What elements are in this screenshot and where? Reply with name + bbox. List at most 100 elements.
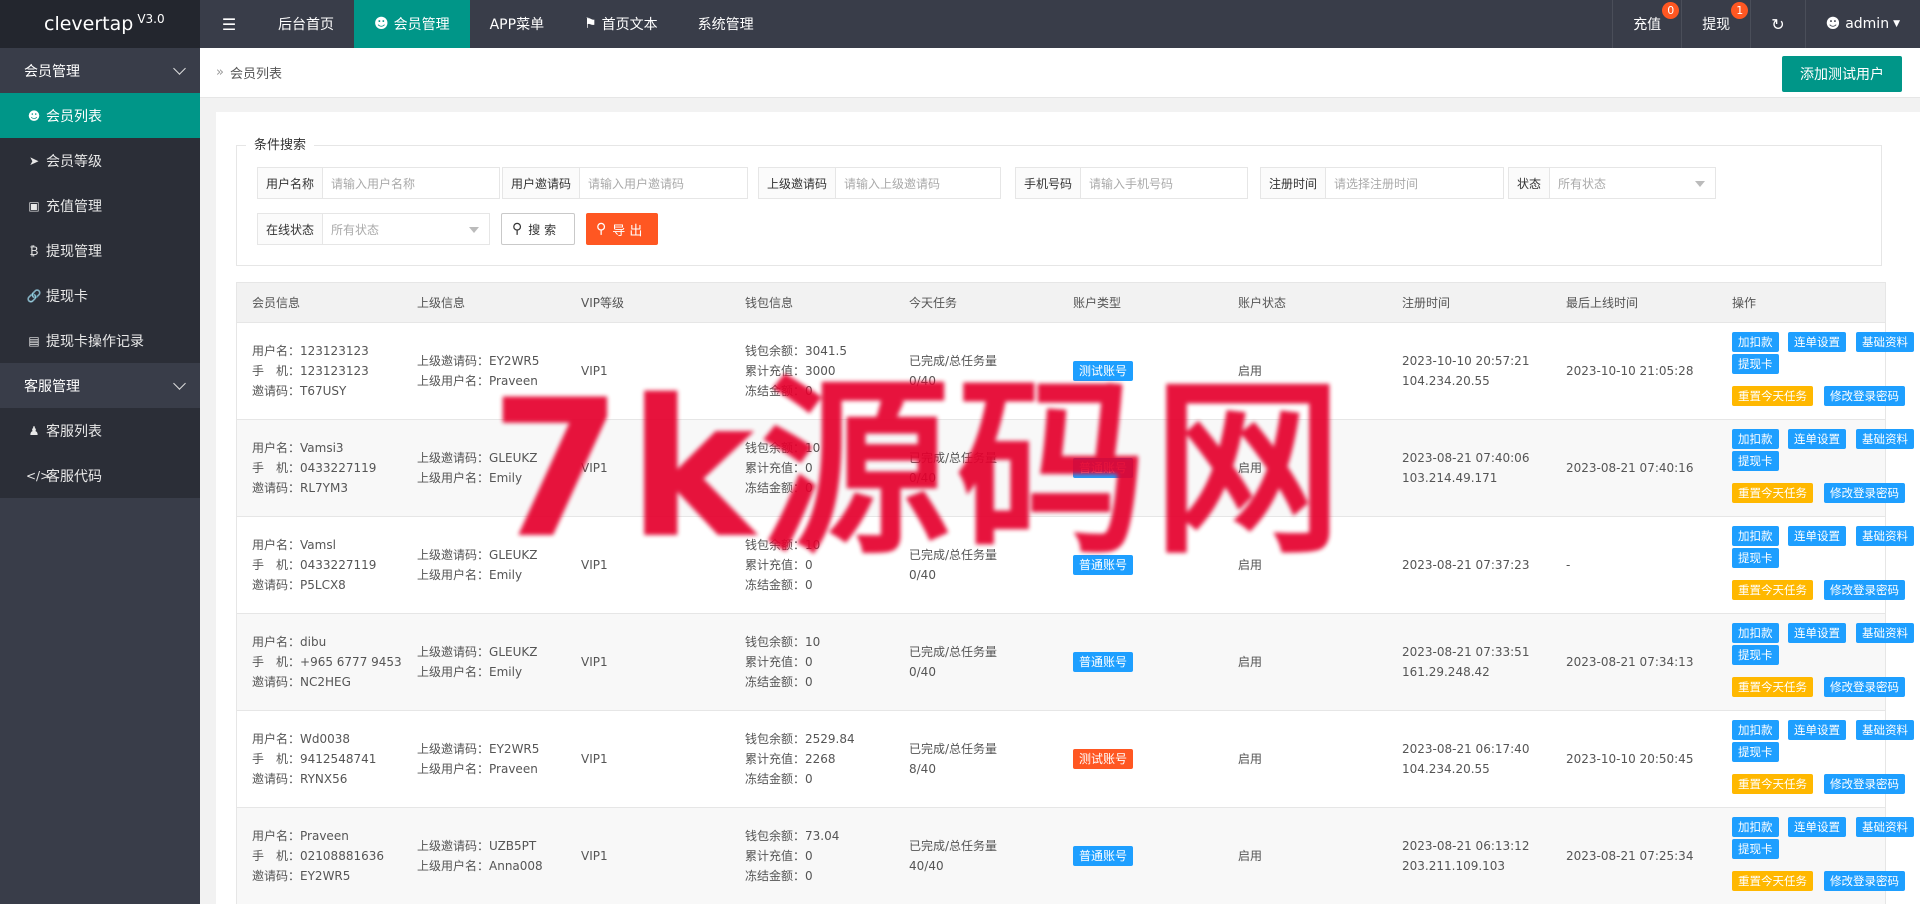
- cell-value: 104.234.20.55: [1402, 762, 1490, 776]
- cell-label: 上级用户名：: [417, 762, 490, 776]
- actions-cell: 加扣款 连单设置 基础资料提现卡重置今天任务 修改登录密码: [1732, 429, 1914, 509]
- register-time-cell: 2023-08-21 06:13:12 203.211.109.103: [1402, 836, 1529, 876]
- cell-value: 0: [805, 655, 813, 669]
- order-settings-button[interactable]: 连单设置: [1788, 526, 1846, 546]
- basic-info-button[interactable]: 基础资料: [1856, 720, 1914, 740]
- withdraw-card-button[interactable]: 提现卡: [1732, 451, 1779, 471]
- username-input[interactable]: 请输入用户名称: [323, 168, 499, 198]
- sidebar-item-withdraw-card[interactable]: 🔗 提现卡: [0, 273, 200, 318]
- status-select[interactable]: 所有状态: [1550, 168, 1715, 198]
- task-cell: 已完成/总任务量 0/40: [909, 642, 997, 682]
- basic-info-button[interactable]: 基础资料: [1856, 526, 1914, 546]
- sidebar-group-service[interactable]: 客服管理: [0, 363, 200, 408]
- change-password-button[interactable]: 修改登录密码: [1824, 580, 1905, 600]
- withdraw-card-button[interactable]: 提现卡: [1732, 354, 1779, 374]
- regtime-input[interactable]: 请选择注册时间: [1326, 168, 1503, 198]
- tab-home[interactable]: 后台首页: [258, 0, 354, 48]
- tab-app-menu[interactable]: APP菜单: [470, 0, 564, 48]
- invite-input[interactable]: 请输入用户邀请码: [580, 168, 747, 198]
- reset-task-button[interactable]: 重置今天任务: [1732, 774, 1813, 794]
- withdraw-card-button[interactable]: 提现卡: [1732, 742, 1779, 762]
- sidebar-item-member-level[interactable]: ➤ 会员等级: [0, 138, 200, 183]
- basic-info-button[interactable]: 基础资料: [1856, 429, 1914, 449]
- sidebar-item-service-code[interactable]: </> 客服代码: [0, 453, 200, 498]
- cell-label: 已完成/总任务量: [909, 839, 998, 853]
- account-type-cell: 测试账号: [1073, 749, 1134, 769]
- order-settings-button[interactable]: 连单设置: [1788, 332, 1846, 352]
- parent-info-cell: 上级邀请码：EY2WR5 上级用户名：Praveen: [417, 739, 539, 779]
- recharge-link[interactable]: 充值 0: [1612, 0, 1681, 48]
- field-label: 注册时间: [1261, 168, 1327, 198]
- reset-task-button[interactable]: 重置今天任务: [1732, 386, 1813, 406]
- cell-value: 104.234.20.55: [1402, 374, 1490, 388]
- table-row: 用户名：Praveen 手 机：02108881636 邀请码：EY2WR5 上级邀请…: [237, 808, 1914, 904]
- order-settings-button[interactable]: 连单设置: [1788, 429, 1846, 449]
- bitcoin-icon: ₿: [29, 243, 39, 258]
- cell-value: GLEUKZ: [489, 645, 538, 659]
- menu-toggle-icon[interactable]: ☰: [200, 0, 258, 48]
- change-password-button[interactable]: 修改登录密码: [1824, 677, 1905, 697]
- search-button[interactable]: ⚲ 搜 索: [501, 213, 575, 245]
- cell-label: 手 机：: [252, 752, 301, 766]
- field-label: 用户邀请码: [503, 168, 581, 198]
- adjust-balance-button[interactable]: 加扣款: [1732, 332, 1779, 352]
- tab-home-text[interactable]: ⚑ 首页文本: [564, 0, 678, 48]
- adjust-balance-button[interactable]: 加扣款: [1732, 526, 1779, 546]
- reset-task-button[interactable]: 重置今天任务: [1732, 677, 1813, 697]
- tab-label: 首页文本: [601, 17, 658, 33]
- select-value: 所有状态: [331, 222, 380, 237]
- cell-label: 邀请码：: [252, 675, 301, 689]
- adjust-balance-button[interactable]: 加扣款: [1732, 817, 1779, 837]
- app-logo[interactable]: clevertap V3.0: [0, 0, 200, 48]
- field-label: 手机号码: [1016, 168, 1082, 198]
- change-password-button[interactable]: 修改登录密码: [1824, 774, 1905, 794]
- adjust-balance-button[interactable]: 加扣款: [1732, 720, 1779, 740]
- sidebar-submenu-service: ♟ 客服列表 </> 客服代码: [0, 408, 200, 498]
- sidebar-item-service-list[interactable]: ♟ 客服列表: [0, 408, 200, 453]
- order-settings-button[interactable]: 连单设置: [1788, 720, 1846, 740]
- cell-value: 203.211.109.103: [1402, 859, 1506, 873]
- cell-label: 用户名：: [252, 538, 301, 552]
- field-label: 用户名称: [258, 168, 324, 198]
- order-settings-button[interactable]: 连单设置: [1788, 817, 1846, 837]
- refresh-icon[interactable]: ↻: [1750, 0, 1804, 48]
- member-info-cell: 用户名：Wd0038 手 机：9412548741 邀请码：RYNX56: [252, 729, 376, 789]
- withdraw-card-button[interactable]: 提现卡: [1732, 839, 1779, 859]
- basic-info-button[interactable]: 基础资料: [1856, 817, 1914, 837]
- tab-system[interactable]: 系统管理: [678, 0, 774, 48]
- basic-info-button[interactable]: 基础资料: [1856, 623, 1914, 643]
- online-select[interactable]: 所有状态: [323, 214, 489, 244]
- phone-input[interactable]: 请输入手机号码: [1081, 168, 1247, 198]
- cell-value: 2023-08-21 06:13:12: [1402, 839, 1530, 853]
- sidebar-item-recharge[interactable]: ▣ 充值管理: [0, 183, 200, 228]
- adjust-balance-button[interactable]: 加扣款: [1732, 429, 1779, 449]
- withdraw-card-button[interactable]: 提现卡: [1732, 645, 1779, 665]
- user-menu[interactable]: ☻ admin ▼: [1804, 0, 1920, 48]
- change-password-button[interactable]: 修改登录密码: [1824, 386, 1905, 406]
- withdraw-card-button[interactable]: 提现卡: [1732, 548, 1779, 568]
- change-password-button[interactable]: 修改登录密码: [1824, 483, 1905, 503]
- cell-label: 上级用户名：: [417, 374, 490, 388]
- col-header: 今天任务: [909, 296, 958, 310]
- withdraw-link[interactable]: 提现 1: [1681, 0, 1750, 48]
- order-settings-button[interactable]: 连单设置: [1788, 623, 1846, 643]
- search-button-label: 搜 索: [528, 222, 557, 237]
- sidebar-item-withdraw[interactable]: ₿ 提现管理: [0, 228, 200, 273]
- basic-info-button[interactable]: 基础资料: [1856, 332, 1914, 352]
- sidebar-item-card-log[interactable]: ▤ 提现卡操作记录: [0, 318, 200, 363]
- reset-task-button[interactable]: 重置今天任务: [1732, 483, 1813, 503]
- adjust-balance-button[interactable]: 加扣款: [1732, 623, 1779, 643]
- reset-task-button[interactable]: 重置今天任务: [1732, 580, 1813, 600]
- sidebar-group-members[interactable]: 会员管理: [0, 48, 200, 93]
- reset-task-button[interactable]: 重置今天任务: [1732, 871, 1813, 891]
- parent-invite-field: 上级邀请码 请输入上级邀请码: [758, 167, 1001, 199]
- tab-members[interactable]: ☻ 会员管理: [354, 0, 470, 48]
- parent-invite-input[interactable]: 请输入上级邀请码: [836, 168, 1000, 198]
- code-icon: </>: [26, 468, 51, 483]
- change-password-button[interactable]: 修改登录密码: [1824, 871, 1905, 891]
- actions-cell: 加扣款 连单设置 基础资料提现卡重置今天任务 修改登录密码: [1732, 526, 1914, 606]
- sidebar-item-member-list[interactable]: ☻ 会员列表: [0, 93, 200, 138]
- add-test-user-button[interactable]: 添加测试用户: [1782, 56, 1902, 92]
- export-button[interactable]: ⚲ 导 出: [586, 213, 658, 245]
- cell-value: RL7YM3: [300, 481, 348, 495]
